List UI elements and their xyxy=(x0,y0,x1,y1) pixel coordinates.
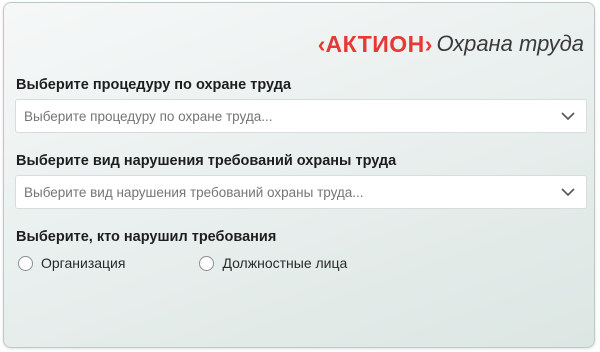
brand-name: АКТИОН xyxy=(325,30,425,57)
chevron-down-icon xyxy=(561,112,575,121)
chevron-down-icon xyxy=(561,188,575,197)
radio-button[interactable] xyxy=(18,255,33,271)
violation-select[interactable]: Выберите вид нарушения требований охраны… xyxy=(15,175,587,209)
brand-left-chevron: ‹ xyxy=(317,30,326,57)
violation-label: Выберите вид нарушения требований охраны… xyxy=(16,153,397,169)
radio-label-organization: Организация xyxy=(41,255,126,271)
violator-label: Выберите, кто нарушил требования xyxy=(16,229,277,245)
procedure-select[interactable]: Выберите процедуру по охране труда... xyxy=(15,99,587,133)
radio-organization[interactable]: Организация xyxy=(18,255,125,271)
brand-right-chevron: › xyxy=(424,30,433,57)
radio-label-officials: Должностные лица xyxy=(222,255,348,271)
procedure-placeholder: Выберите процедуру по охране труда... xyxy=(24,109,273,124)
brand-logo: ‹ АКТИОН › Охрана труда xyxy=(318,29,584,59)
radio-officials[interactable]: Должностные лица xyxy=(199,255,347,271)
violator-radio-group: Организация Должностные лица xyxy=(18,255,421,271)
procedure-card: ‹ АКТИОН › Охрана труда Выберите процеду… xyxy=(3,2,595,348)
procedure-label: Выберите процедуру по охране труда xyxy=(16,77,292,93)
brand-product: Охрана труда xyxy=(436,31,584,56)
radio-button[interactable] xyxy=(199,255,215,271)
violation-placeholder: Выберите вид нарушения требований охраны… xyxy=(24,185,364,200)
